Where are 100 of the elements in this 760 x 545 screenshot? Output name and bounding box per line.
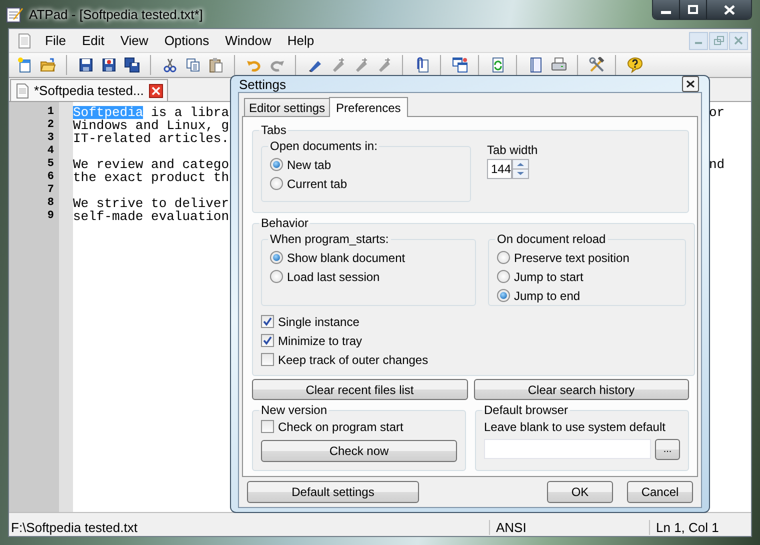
menu-item[interactable]: Window (217, 31, 280, 50)
browser-path-field[interactable] (484, 439, 651, 459)
save-all-icon[interactable] (124, 57, 140, 73)
radio-button[interactable] (270, 270, 283, 283)
windows-icon[interactable] (452, 57, 468, 73)
save-icon[interactable] (78, 57, 94, 73)
menu-item[interactable]: Edit (74, 31, 112, 50)
document-icon (15, 82, 29, 98)
code-text: the exact product th (73, 171, 230, 184)
close-icon (724, 4, 734, 14)
group-title: When program_starts: (270, 232, 389, 246)
clear-button[interactable]: Clear search history (474, 379, 689, 400)
radio-button[interactable] (270, 177, 283, 190)
notepad-icon (5, 5, 23, 23)
checkbox[interactable] (261, 420, 274, 433)
ok-button[interactable]: OK (547, 481, 613, 503)
close-icon[interactable] (148, 84, 163, 98)
paste-icon[interactable] (208, 57, 224, 73)
group-title: New version (261, 403, 328, 417)
radio-button[interactable] (270, 251, 283, 264)
help-icon[interactable] (626, 57, 642, 73)
clear-button[interactable]: Clear recent files list (252, 379, 468, 400)
cursor-position: Ln 1, Col 1 (656, 520, 719, 534)
selected-text: Softpedia (73, 106, 144, 119)
group-title: Open documents in: (270, 139, 378, 153)
code-text: Windows and Linux, g (73, 119, 230, 132)
code-text: or (709, 105, 725, 120)
line-number: 8 (46, 197, 55, 210)
code-text: self-made evaluation (73, 210, 230, 223)
window-title: ATPad - [Softpedia tested.txt*] (29, 6, 203, 22)
code-text: We strive to deliver (73, 197, 230, 210)
scissors-icon[interactable] (162, 57, 178, 73)
line-number: 2 (46, 119, 55, 132)
checkbox[interactable] (261, 315, 274, 328)
close-icon (686, 80, 695, 88)
line-number: 3 (46, 132, 55, 145)
encoding-label: ANSI (496, 520, 526, 534)
line-number: 6 (46, 171, 55, 184)
open-folder-icon[interactable] (40, 57, 56, 73)
checkbox[interactable] (261, 334, 274, 347)
menu-item[interactable]: File (37, 31, 74, 50)
radio-label: Preserve text position (514, 250, 630, 264)
group-title: Behavior (261, 216, 308, 230)
radio-label: Show blank document (287, 250, 406, 264)
line-number: 9 (46, 210, 55, 223)
code-text: We review and catego (73, 158, 230, 171)
copy-icon[interactable] (184, 57, 200, 73)
refresh-document-icon[interactable] (490, 57, 506, 73)
radio-label: Load last session (287, 270, 380, 284)
line-number: 5 (46, 158, 55, 171)
radio-label: Jump to end (514, 288, 580, 302)
close-button[interactable] (707, 0, 751, 19)
radio-button[interactable] (497, 289, 510, 302)
checkbox[interactable] (261, 353, 274, 366)
maximize-icon (688, 5, 698, 14)
close-icon (734, 36, 743, 45)
restore-icon (714, 36, 724, 45)
menu-item[interactable]: Help (279, 31, 322, 50)
group-title: On document reload (497, 232, 606, 246)
tab-width-field[interactable]: 144 (487, 159, 512, 179)
checkbox-label: Check on program start (278, 420, 404, 434)
check-now-button[interactable]: Check now (261, 440, 457, 462)
radio-label: New tab (287, 158, 332, 172)
minimize-button[interactable] (653, 0, 680, 19)
document-tab[interactable]: *Softpedia tested... (10, 79, 168, 101)
code-text: is a libra (151, 106, 230, 119)
radio-button[interactable] (270, 158, 283, 171)
line-number: 4 (46, 145, 55, 158)
menu-item[interactable]: Options (156, 31, 218, 50)
maximize-button[interactable] (680, 0, 707, 19)
close-button[interactable] (682, 76, 699, 92)
spin-arrows[interactable] (512, 159, 529, 179)
radio-label: Jump to start (514, 270, 584, 284)
checkbox-label: Minimize to tray (278, 334, 362, 348)
dialog-title: Settings (239, 76, 286, 92)
field-label: Tab width (487, 143, 538, 157)
code-text: nd (709, 157, 725, 172)
radio-button[interactable] (497, 251, 510, 264)
checkbox-label: Single instance (278, 314, 360, 328)
code-text: IT-related articles. (73, 132, 230, 145)
printer-icon[interactable] (550, 57, 566, 73)
group-title: Tabs (261, 123, 286, 137)
radio-button[interactable] (497, 270, 510, 283)
radio-label: Current tab (287, 176, 348, 190)
tab[interactable]: Editor settings (244, 98, 330, 116)
tab[interactable]: Preferences (329, 97, 408, 117)
default-settings-button[interactable]: Default settings (247, 481, 419, 503)
hint-text: Leave blank to use system default (484, 420, 666, 434)
tools-icon[interactable] (588, 57, 604, 73)
page-icon[interactable] (528, 57, 544, 73)
browse-button[interactable]: ... (655, 439, 680, 460)
file-path: F:\Softpedia tested.txt (11, 520, 138, 534)
checkbox-label: Keep track of outer changes (278, 352, 428, 366)
cancel-button[interactable]: Cancel (627, 481, 693, 503)
save-as-icon[interactable] (100, 57, 116, 73)
group-title: Default browser (484, 403, 568, 417)
menu-item[interactable]: View (112, 31, 156, 50)
new-file-icon[interactable] (16, 57, 32, 73)
line-number: 1 (46, 106, 55, 119)
line-number: 7 (46, 184, 55, 197)
